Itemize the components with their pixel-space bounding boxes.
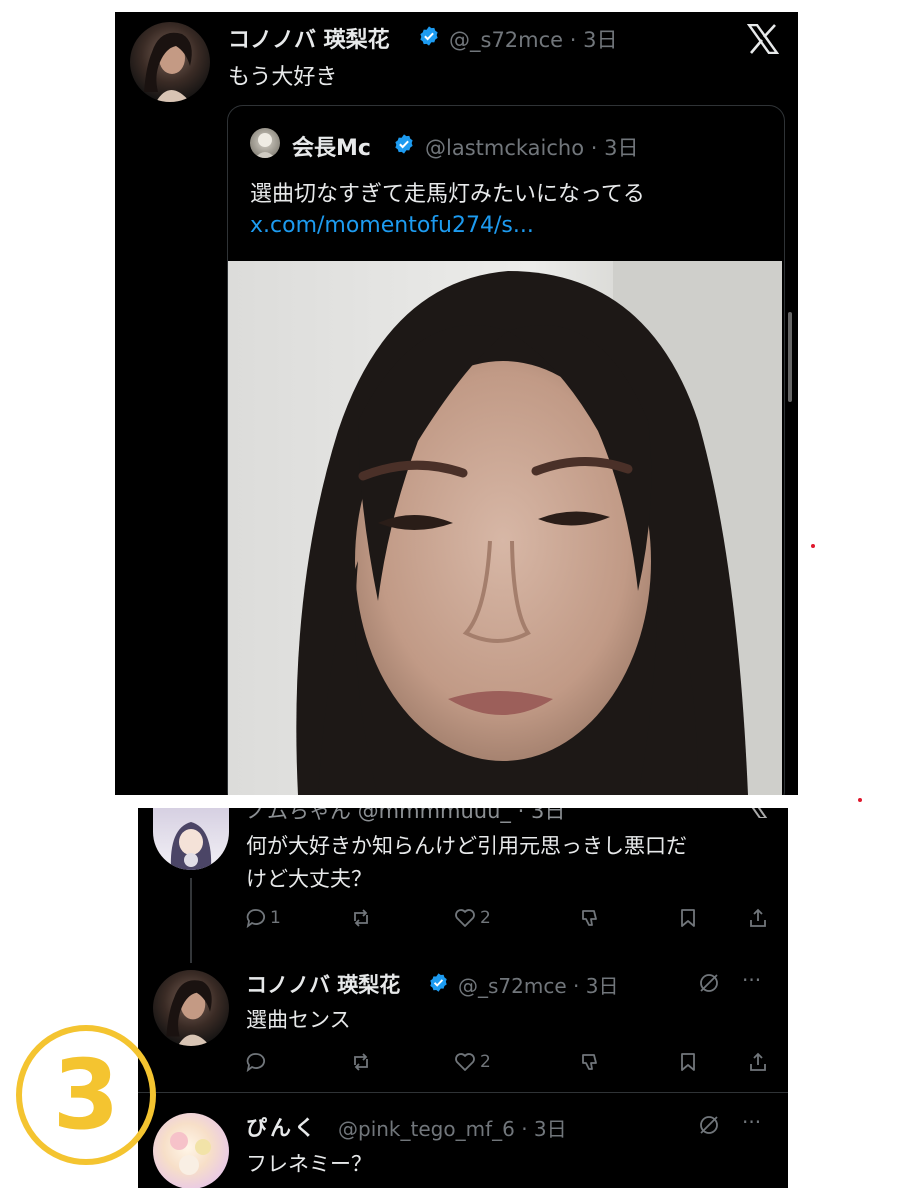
share-icon	[750, 1052, 766, 1071]
video-frame-image	[228, 261, 782, 795]
reply1-like-button[interactable]: 2	[454, 908, 491, 928]
like-heart-icon	[455, 1053, 475, 1071]
reply1-repost-button[interactable]	[350, 908, 372, 928]
video-player[interactable]: 623 26 27	[228, 261, 782, 795]
reply1-reply-button[interactable]: 1	[246, 908, 281, 928]
quoted-tweet-link[interactable]: x.com/momentofu274/s...	[250, 213, 534, 238]
circled-number-annotation: ③	[16, 1025, 156, 1165]
reply2-like-button[interactable]: 2	[454, 1052, 491, 1072]
tweet-text: もう大好き	[228, 65, 338, 90]
reply1-reply-count: 1	[270, 908, 281, 928]
reply2-repost-button[interactable]	[350, 1052, 372, 1072]
reply1-text-line1: 何が大好きか知らんけど引用元思っきし悪口だ	[246, 834, 687, 858]
bookmark-icon	[681, 1053, 695, 1071]
reply1-text-line2: けど大丈夫？	[246, 867, 372, 891]
reply2-dislike-button[interactable]	[580, 1052, 600, 1072]
reply2-like-count: 2	[480, 1052, 491, 1072]
repost-icon	[354, 1053, 368, 1071]
reply2-reply-button[interactable]	[246, 1052, 266, 1072]
reply-bubble-icon	[246, 909, 265, 928]
red-dot-mark	[811, 544, 815, 548]
red-dot-mark	[858, 798, 862, 802]
like-heart-icon	[455, 909, 475, 927]
reply2-avatar[interactable]	[153, 970, 229, 1046]
statue-avatar-icon	[255, 133, 275, 158]
reply2-author-name[interactable]: コノノバ 瑛梨花	[246, 969, 400, 999]
verified-badge-icon	[430, 973, 447, 992]
reply1-like-count: 2	[480, 908, 491, 928]
avatar-portrait-icon	[144, 32, 192, 102]
reply-bubble-icon	[246, 1053, 265, 1072]
reply3-handle-time: @pink_tego_mf_6 · 3日	[338, 1117, 567, 1141]
grok-icon[interactable]	[698, 1114, 720, 1136]
top-tweet-panel: コノノバ 瑛梨花 @_s72mce · 3日 もう大好き 会長Mc @lastm…	[115, 12, 798, 795]
quoted-handle-time: @lastmckaicho · 3日	[425, 136, 639, 160]
avatar-portrait-icon	[166, 980, 212, 1046]
divider	[138, 1092, 788, 1093]
verified-badge-icon	[420, 26, 438, 46]
scrollbar-thumb[interactable]	[788, 312, 792, 402]
more-options-icon[interactable]: ···	[742, 1110, 761, 1134]
author-avatar[interactable]	[130, 22, 210, 102]
grok-icon[interactable]	[698, 972, 720, 994]
x-logo-icon[interactable]	[744, 808, 768, 818]
reply2-bookmark-button[interactable]	[679, 1052, 697, 1072]
quoted-author-name[interactable]: 会長Mc	[292, 130, 371, 162]
reply2-share-button[interactable]	[748, 1052, 768, 1072]
reply-thread-panel: ノムちゃん @mmmmuuu_ · 3日 何が大好きか知らんけど引用元思っきし悪…	[138, 808, 788, 1188]
thumbs-down-icon	[582, 910, 597, 926]
verified-badge-icon	[395, 134, 413, 154]
quoted-tweet-text: 選曲切なすぎて走馬灯みたいになってる	[250, 182, 645, 207]
reply2-handle-time: @_s72mce · 3日	[458, 974, 619, 998]
reply3-text: フレネミー？	[246, 1152, 372, 1176]
thread-connector-line	[190, 878, 192, 963]
reply2-text: 選曲センス	[246, 1008, 351, 1032]
reply1-bookmark-button[interactable]	[679, 908, 697, 928]
pastel-character-avatar-icon	[170, 1132, 211, 1175]
reply3-author-name[interactable]: ぴんく	[246, 1112, 318, 1142]
reply1-dislike-button[interactable]	[580, 908, 600, 928]
author-handle-time: @_s72mce · 3日	[449, 28, 618, 52]
repost-icon	[354, 909, 368, 927]
quoted-author-avatar[interactable]	[250, 128, 280, 158]
reply1-avatar[interactable]	[153, 808, 229, 870]
author-name[interactable]: コノノバ 瑛梨花	[228, 22, 390, 54]
anime-girl-avatar-icon	[170, 822, 212, 870]
more-options-icon[interactable]: ···	[742, 968, 761, 992]
reply1-share-button[interactable]	[748, 908, 768, 928]
x-logo-icon[interactable]	[747, 24, 779, 54]
reply1-partial-header: ノムちゃん @mmmmuuu_ · 3日	[246, 808, 566, 823]
thumbs-down-icon	[582, 1054, 597, 1070]
bookmark-icon	[681, 909, 695, 927]
share-icon	[750, 908, 766, 927]
reply3-avatar[interactable]	[153, 1113, 229, 1188]
